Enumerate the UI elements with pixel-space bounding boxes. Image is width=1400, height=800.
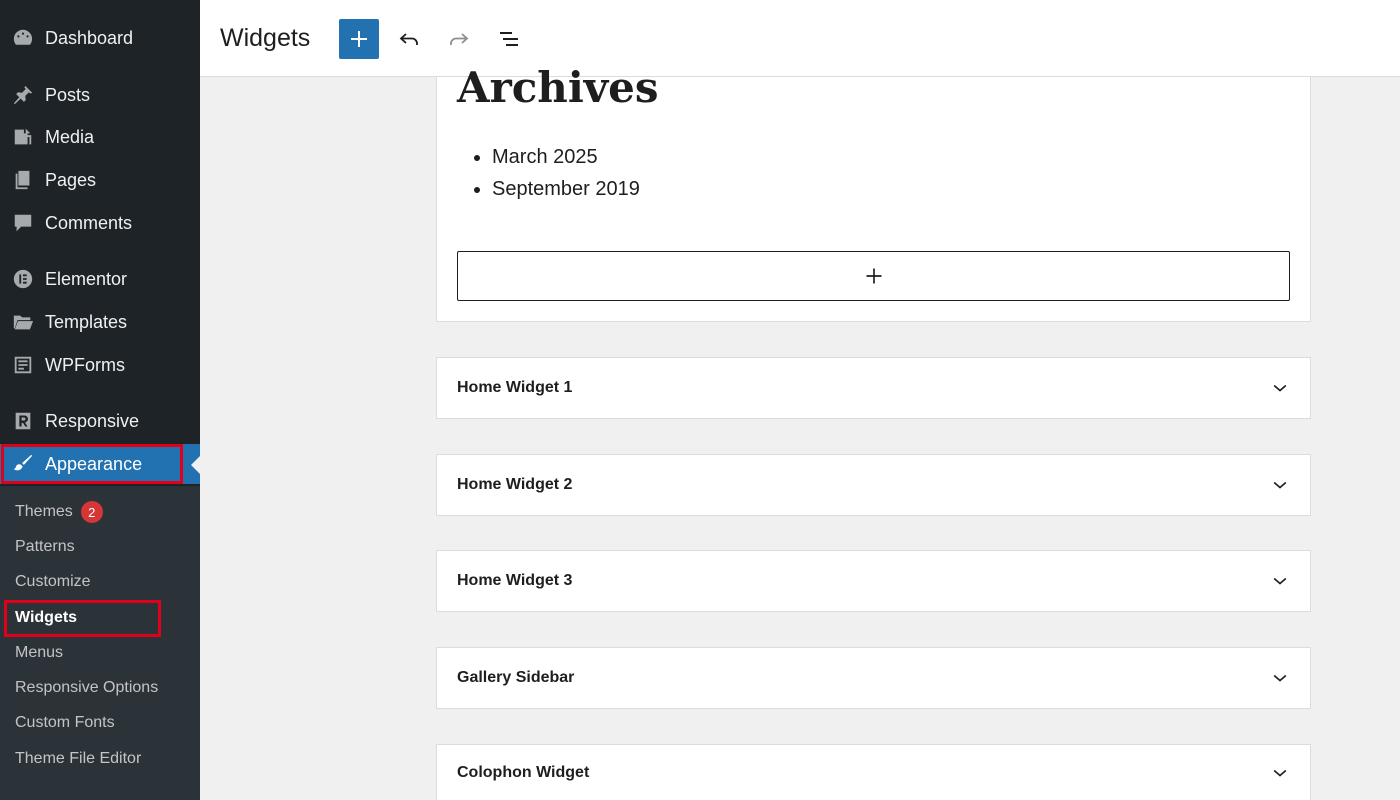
menu-label: Comments [45,212,133,233]
submenu-label: Responsive Options [15,679,159,696]
archives-block: Archives March 2025 September 2019 [436,63,1311,322]
widget-area-title: Home Widget 3 [457,572,573,589]
widget-area-title: Home Widget 1 [457,379,573,396]
widget-area-title: Colophon Widget [457,763,590,781]
widget-area-title: Home Widget 2 [457,476,573,493]
submenu-label: Theme File Editor [15,750,142,767]
wpforms-icon [0,354,45,376]
submenu-label: Custom Fonts [15,714,115,731]
folder-icon [0,311,45,333]
submenu-item-customize[interactable]: Customize [15,570,91,594]
add-block-button[interactable] [339,19,379,59]
block-appender-button[interactable] [457,251,1290,301]
archive-link[interactable]: March 2025 [492,145,640,177]
submenu-label: Patterns [15,538,75,555]
submenu-item-theme-file-editor[interactable]: Theme File Editor [15,747,141,771]
widget-area-title: Gallery Sidebar [457,669,575,686]
plus-icon [351,31,367,47]
archive-link[interactable]: September 2019 [492,177,640,209]
menu-item-pages[interactable]: Pages [0,160,200,200]
pages-icon [0,169,45,191]
appearance-submenu: Themes 2 Patterns Customize Widgets Menu… [0,486,200,800]
menu-item-media[interactable]: Media [0,117,200,157]
menu-label: Dashboard [45,27,134,48]
submenu-label: Themes [15,503,73,520]
widget-area-home-widget-3[interactable]: Home Widget 3 [436,550,1311,612]
widget-area-gallery-sidebar[interactable]: Gallery Sidebar [436,647,1311,709]
undo-icon [399,33,418,45]
submenu-label: Menus [15,644,64,661]
menu-item-responsive[interactable]: Responsive [0,401,200,441]
menu-label: WPForms [45,354,125,375]
submenu-item-responsive-options[interactable]: Responsive Options [15,676,158,700]
menu-label: Appearance [45,453,143,474]
menu-label: Templates [45,311,128,332]
media-icon [0,126,45,148]
redo-button[interactable] [439,19,479,59]
chevron-down-icon [1273,481,1287,489]
menu-item-templates[interactable]: Templates [0,302,200,342]
widget-area-home-widget-2[interactable]: Home Widget 2 [436,454,1311,516]
chevron-down-icon [1273,769,1287,777]
comment-icon [0,212,45,234]
menu-item-posts[interactable]: Posts [0,75,200,115]
submenu-label: Customize [15,573,91,590]
page-title: Widgets [220,24,311,52]
submenu-label: Widgets [15,609,78,626]
archives-heading: Archives [457,63,659,112]
menu-label: Elementor [45,268,128,289]
admin-sidebar: Dashboard Posts Media Pages Comments Ele… [0,0,200,800]
redo-icon [450,33,469,45]
submenu-item-menus[interactable]: Menus [15,641,63,665]
pin-icon [0,84,45,106]
submenu-item-patterns[interactable]: Patterns [15,535,75,559]
widget-area-colophon-widget[interactable]: Colophon Widget [436,744,1311,800]
plus-icon [866,268,881,284]
undo-button[interactable] [389,19,429,59]
chevron-down-icon [1273,674,1287,682]
update-count-badge: 2 [80,501,103,523]
menu-label: Posts [45,84,91,105]
brush-icon [0,453,45,475]
editor-header: Widgets [200,0,1400,77]
menu-label: Media [45,126,95,147]
elementor-icon [0,268,45,290]
submenu-item-custom-fonts[interactable]: Custom Fonts [15,711,115,735]
menu-label: Responsive [45,410,140,431]
list-view-button[interactable] [489,19,529,59]
chevron-down-icon [1273,384,1287,392]
list-view-icon [500,32,518,46]
responsive-icon [0,410,45,432]
chevron-down-icon [1273,577,1287,585]
menu-item-comments[interactable]: Comments [0,203,200,243]
submenu-item-widgets[interactable]: Widgets [15,606,77,630]
dashboard-icon [0,27,45,49]
menu-label: Pages [45,169,97,190]
submenu-item-themes[interactable]: Themes 2 [15,500,103,524]
menu-item-elementor[interactable]: Elementor [0,259,200,299]
archives-list: March 2025 September 2019 [492,145,640,209]
widget-area-home-widget-1[interactable]: Home Widget 1 [436,357,1311,419]
menu-item-dashboard[interactable]: Dashboard [0,18,200,58]
menu-item-wpforms[interactable]: WPForms [0,345,200,385]
menu-item-appearance[interactable]: Appearance [0,444,200,484]
